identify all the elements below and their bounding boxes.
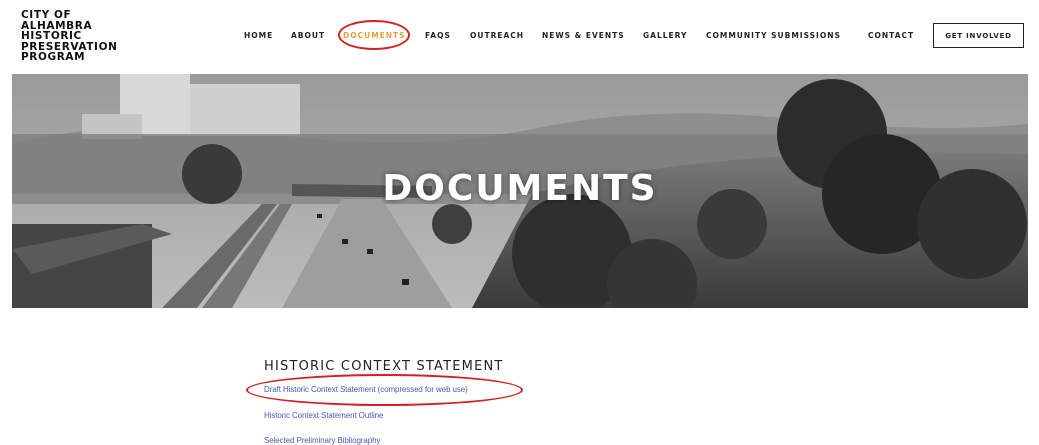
nav-faqs[interactable]: FAQS [425, 31, 451, 40]
main-nav: HOME ABOUT DOCUMENTS FAQS OUTREACH NEWS … [0, 22, 1039, 50]
logo-line: PROGRAM [21, 51, 86, 64]
nav-community-submissions[interactable]: COMMUNITY SUBMISSIONS [706, 31, 841, 40]
site-header: CITY OF ALHAMBRA HISTORIC PRESERVATION P… [0, 0, 1039, 74]
link-selected-preliminary-bibliography[interactable]: Selected Preliminary Bibliography [264, 436, 380, 445]
nav-home[interactable]: HOME [244, 31, 273, 40]
section-title: HISTORIC CONTEXT STATEMENT [264, 359, 504, 374]
nav-about[interactable]: ABOUT [291, 31, 325, 40]
nav-news-events[interactable]: NEWS & EVENTS [542, 31, 625, 40]
link-historic-context-statement-outline[interactable]: Historic Context Statement Outline [264, 411, 383, 420]
nav-gallery[interactable]: GALLERY [643, 31, 687, 40]
logo-line: CITY OF [21, 9, 72, 21]
hero-banner: DOCUMENTS [12, 74, 1028, 308]
nav-outreach[interactable]: OUTREACH [470, 31, 524, 40]
get-involved-button[interactable]: GET INVOLVED [933, 23, 1024, 48]
red-annotation-circle-link [246, 374, 523, 406]
nav-contact[interactable]: CONTACT [868, 31, 914, 40]
red-annotation-circle-nav [338, 20, 410, 50]
page-title: DOCUMENTS [382, 168, 658, 209]
